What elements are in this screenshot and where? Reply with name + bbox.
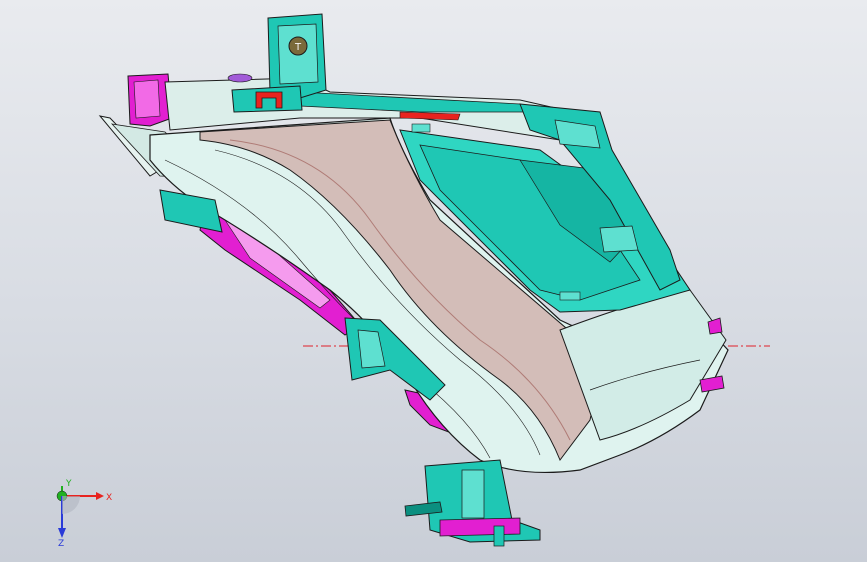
upper-mounting-tab: T: [267, 13, 327, 99]
lamp-assembly-model[interactable]: T: [0, 0, 867, 562]
x-axis-label: X: [106, 493, 112, 503]
cad-viewport[interactable]: T X Y Z: [0, 0, 867, 562]
z-axis-label: Z: [58, 539, 64, 548]
bottom-mounting-bracket: [404, 459, 541, 547]
y-axis-label: Y: [65, 479, 72, 489]
coordinate-triad: X Y Z: [44, 478, 124, 549]
tab-letter-label: T: [294, 42, 302, 53]
